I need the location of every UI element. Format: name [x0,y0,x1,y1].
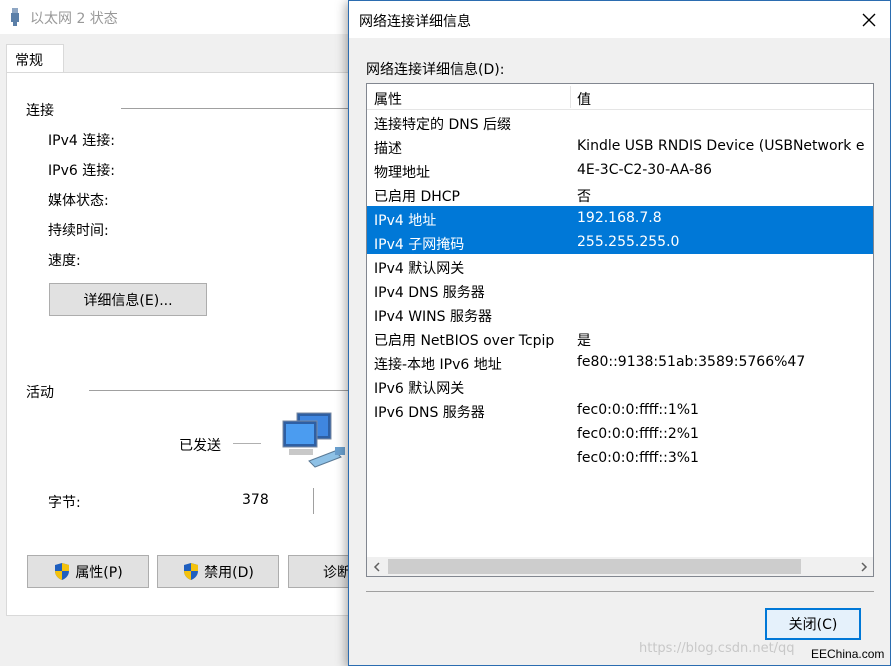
row-property: IPv6 默认网关 [374,381,465,397]
close-button[interactable]: 关闭(C) [765,608,861,640]
chevron-left-icon[interactable] [369,559,384,574]
table-row[interactable]: fec0:0:0:ffff::3%1 [367,446,873,470]
ethernet-icon [11,8,19,26]
scrollbar-thumb[interactable] [388,559,801,574]
row-property: 连接特定的 DNS 后缀 [374,117,512,133]
speed-label: 速度: [48,253,81,269]
column-separator[interactable] [570,86,571,108]
row-value: Kindle USB RNDIS Device (USBNetwork e [577,138,865,154]
media-state-label: 媒体状态: [48,193,109,209]
dialog-title-bar: 网络连接详细信息 [349,1,890,38]
row-value: 255.255.255.0 [577,234,680,250]
row-property: 连接-本地 IPv6 地址 [374,357,502,373]
disable-button-label: 禁用(D) [204,564,254,581]
row-value: 192.168.7.8 [577,210,662,226]
sent-label: 已发送 [179,438,221,454]
properties-button-label: 属性(P) [75,564,123,581]
close-icon[interactable] [856,7,882,33]
row-value: fe80::9138:51ab:3589:5766%47 [577,354,806,370]
column-header-value[interactable]: 值 [577,89,591,109]
table-row[interactable]: IPv4 地址 192.168.7.8 [367,206,873,230]
row-property: IPv4 子网掩码 [374,237,465,253]
table-row[interactable]: IPv6 默认网关 [367,374,873,398]
divider [313,488,314,514]
row-value: fec0:0:0:ffff::1%1 [577,402,699,418]
divider [121,108,357,109]
table-row[interactable]: 物理地址 4E-3C-C2-30-AA-86 [367,158,873,182]
shield-icon [184,563,199,580]
ipv4-connection-label: IPv4 连接: [48,133,115,149]
shield-icon [55,563,70,580]
table-row[interactable]: 已启用 DHCP 否 [367,182,873,206]
row-property: 物理地址 [374,165,430,181]
divider [89,390,357,391]
row-property: 已启用 NetBIOS over Tcpip [374,333,555,349]
divider [366,591,874,592]
row-value: 否 [577,189,591,205]
brand-text: EEChina.com [811,647,885,661]
table-row[interactable]: 描述 Kindle USB RNDIS Device (USBNetwork e [367,134,873,158]
list-header: 属性 值 [367,84,873,110]
row-property: IPv4 默认网关 [374,261,465,277]
dialog-title: 网络连接详细信息 [359,14,471,30]
details-button[interactable]: 详细信息(E)... [49,283,207,316]
close-icon [862,13,876,27]
table-row[interactable]: IPv4 默认网关 [367,254,873,278]
window-title: 以太网 2 状态 [30,11,118,27]
list-rows: 连接特定的 DNS 后缀 描述 Kindle USB RNDIS Device (U… [367,110,873,470]
row-property: IPv6 DNS 服务器 [374,405,485,421]
row-value: fec0:0:0:ffff::3%1 [577,450,699,466]
table-row[interactable]: IPv4 DNS 服务器 [367,278,873,302]
table-row[interactable]: fec0:0:0:ffff::2%1 [367,422,873,446]
chevron-right-icon[interactable] [856,559,871,574]
disable-button[interactable]: 禁用(D) [157,555,279,588]
table-row[interactable]: IPv6 DNS 服务器 fec0:0:0:ffff::1%1 [367,398,873,422]
table-row[interactable]: IPv4 子网掩码 255.255.255.0 [367,230,873,254]
ipv6-connection-label: IPv6 连接: [48,163,115,179]
network-computers-icon [282,412,345,468]
table-row[interactable]: IPv4 WINS 服务器 [367,302,873,326]
properties-button[interactable]: 属性(P) [27,555,149,588]
row-property: IPv4 WINS 服务器 [374,309,492,325]
row-value: 是 [577,333,591,349]
tab-general[interactable]: 常规 [6,44,64,73]
network-connection-details-dialog: 网络连接详细信息 网络连接详细信息(D): 属性 值 连接特定的 DNS 后缀描… [348,0,891,666]
table-row[interactable]: 已启用 NetBIOS over Tcpip 是 [367,326,873,350]
activity-group-title: 活动 [26,385,54,401]
table-row[interactable]: 连接-本地 IPv6 地址 fe80::9138:51ab:3589:5766%4… [367,350,873,374]
sent-line [233,443,261,444]
bytes-label: 字节: [48,495,81,511]
row-value: fec0:0:0:ffff::2%1 [577,426,699,442]
details-list[interactable]: 属性 值 连接特定的 DNS 后缀 描述 Kindle USB RNDIS Devi… [366,83,874,577]
connection-group-title: 连接 [26,103,54,119]
row-property: 描述 [374,141,402,157]
details-list-label: 网络连接详细信息(D): [366,62,505,78]
row-property: IPv4 地址 [374,213,437,229]
general-panel: 连接 IPv4 连接: IPv6 连接: 媒体状态: 持续时间: 速度: 详细信… [6,72,358,616]
watermark-text: https://blog.csdn.net/qq [639,641,795,656]
column-header-property[interactable]: 属性 [374,89,402,109]
horizontal-scrollbar[interactable] [367,557,873,576]
row-property: IPv4 DNS 服务器 [374,285,485,301]
table-row[interactable]: 连接特定的 DNS 后缀 [367,110,873,134]
row-property: 已启用 DHCP [374,189,460,205]
bytes-sent-value: 378 [242,492,269,508]
duration-label: 持续时间: [48,223,109,239]
row-value: 4E-3C-C2-30-AA-86 [577,162,712,178]
diagnose-button-label: 诊断 [323,564,351,581]
